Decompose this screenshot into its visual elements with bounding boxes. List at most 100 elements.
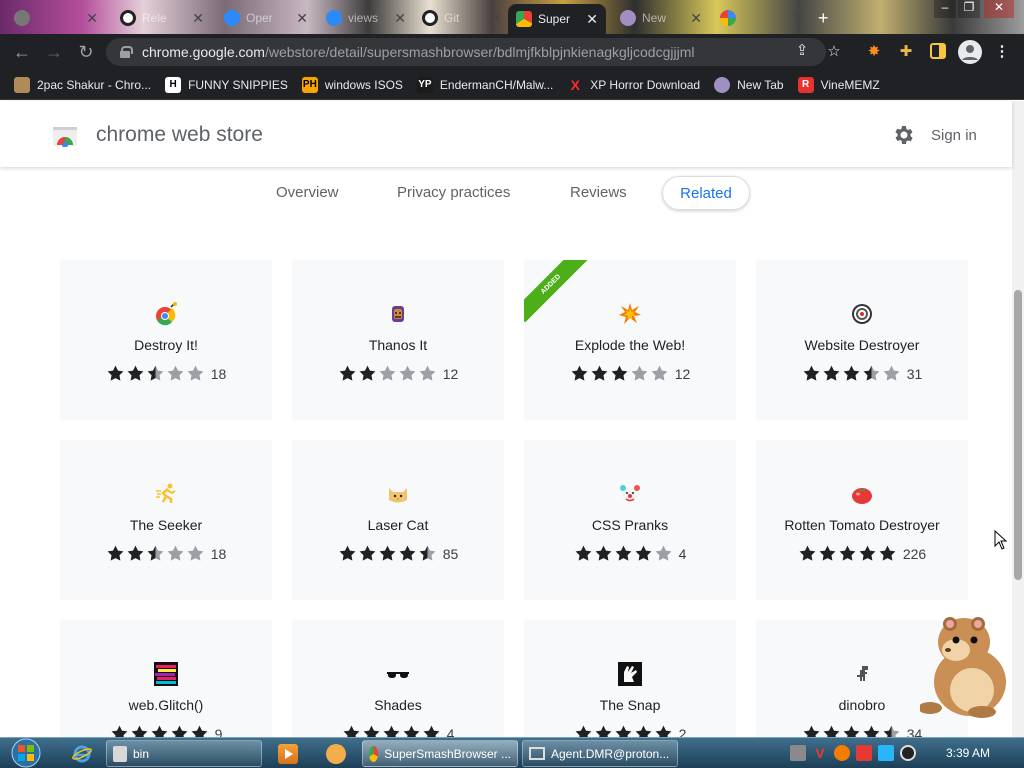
browser-tab-active[interactable]: Super ✕ bbox=[508, 4, 606, 34]
bookmark-item[interactable]: PH windows ISOS bbox=[301, 76, 403, 93]
tray-monitor-icon[interactable] bbox=[878, 745, 894, 761]
browser-tab[interactable]: Rele ✕ bbox=[112, 4, 212, 32]
forward-button[interactable]: → bbox=[43, 41, 65, 63]
browser-tab[interactable]: New ✕ bbox=[612, 4, 710, 32]
side-panel-icon[interactable] bbox=[928, 42, 948, 62]
tab-label: views bbox=[348, 11, 379, 25]
star-empty-icon bbox=[166, 364, 185, 383]
tray-search-icon[interactable] bbox=[834, 745, 850, 761]
bookmark-item[interactable]: New Tab bbox=[714, 76, 784, 93]
extensions-puzzle-icon[interactable]: ✚ bbox=[896, 42, 916, 62]
star-empty-icon bbox=[650, 364, 669, 383]
close-icon[interactable]: ✕ bbox=[690, 10, 702, 27]
reload-button[interactable]: ↻ bbox=[75, 41, 97, 63]
bookmark-item[interactable]: H FUNNY SNIPPIES bbox=[165, 76, 288, 93]
extension-card[interactable]: Website Destroyer 31 bbox=[756, 260, 968, 420]
browser-tab[interactable]: ✕ bbox=[6, 4, 106, 32]
extension-card[interactable]: ADDED Explode the Web! 12 bbox=[524, 260, 736, 420]
star-empty-icon bbox=[398, 364, 417, 383]
bookmark-item[interactable]: R VineMEMZ bbox=[797, 76, 880, 93]
start-button-icon[interactable] bbox=[6, 738, 46, 768]
star-rating: 18 bbox=[60, 364, 272, 383]
tab-privacy-practices[interactable]: Privacy practices bbox=[397, 184, 510, 201]
close-icon[interactable]: ✕ bbox=[86, 10, 98, 27]
tab-reviews[interactable]: Reviews bbox=[570, 184, 627, 201]
app-window-icon bbox=[529, 747, 545, 760]
bookmark-label: VineMEMZ bbox=[820, 77, 880, 92]
back-button[interactable]: ← bbox=[11, 41, 33, 63]
tab-related[interactable]: Related bbox=[662, 176, 750, 210]
close-window-button[interactable]: ✕ bbox=[984, 0, 1014, 18]
taskbar-window-chrome[interactable]: SuperSmashBrowser ... bbox=[362, 740, 518, 767]
tray-network-icon[interactable] bbox=[790, 745, 806, 761]
tray-v-icon[interactable]: V bbox=[812, 745, 828, 761]
extension-name: Thanos It bbox=[368, 337, 428, 353]
media-player-icon[interactable] bbox=[278, 744, 298, 764]
close-icon[interactable]: ✕ bbox=[296, 10, 308, 27]
star-filled-icon bbox=[634, 544, 653, 563]
gear-icon[interactable] bbox=[892, 123, 916, 147]
extension-card[interactable]: The Seeker 18 bbox=[60, 440, 272, 600]
bookmark-item[interactable]: X XP Horror Download bbox=[567, 77, 701, 93]
sunglasses-icon bbox=[387, 672, 409, 678]
star-rating: 85 bbox=[292, 544, 504, 563]
close-icon[interactable]: ✕ bbox=[490, 10, 502, 27]
extension-card[interactable]: Laser Cat 85 bbox=[292, 440, 504, 600]
extension-card[interactable]: Rotten Tomato Destroyer 226 bbox=[756, 440, 968, 600]
tab-overview[interactable]: Overview bbox=[276, 184, 339, 201]
taskbar-clock[interactable]: 3:39 AM bbox=[946, 746, 990, 760]
glitch-icon bbox=[154, 662, 178, 686]
close-icon[interactable]: ✕ bbox=[586, 11, 598, 28]
star-empty-icon bbox=[654, 544, 673, 563]
tray-volume-icon[interactable] bbox=[900, 745, 916, 761]
extension-card[interactable]: CSS Pranks 4 bbox=[524, 440, 736, 600]
address-bar[interactable]: chrome.google.com/webstore/detail/supers… bbox=[106, 38, 826, 66]
tab-label: Super bbox=[538, 12, 571, 26]
star-rating: 18 bbox=[60, 544, 272, 563]
close-icon[interactable]: ✕ bbox=[192, 10, 204, 27]
webstore-title[interactable]: chrome web store bbox=[96, 123, 263, 147]
profile-avatar-icon[interactable] bbox=[958, 40, 982, 64]
browser-tab[interactable]: Oper ✕ bbox=[216, 4, 316, 32]
hamster-desktop-pet[interactable] bbox=[920, 612, 1012, 720]
webstore-logo-icon[interactable] bbox=[52, 123, 78, 147]
bookmark-item[interactable]: YP EndermanCH/Malw... bbox=[416, 76, 554, 93]
glove-icon bbox=[618, 662, 642, 686]
share-icon[interactable]: ⇪ bbox=[793, 42, 811, 60]
bookmark-label: EndermanCH/Malw... bbox=[439, 77, 554, 92]
tray-flag-icon[interactable] bbox=[856, 745, 872, 761]
close-icon[interactable]: ✕ bbox=[792, 10, 804, 27]
taskbar-window-label: SuperSmashBrowser ... bbox=[384, 746, 511, 761]
page-scrollbar-thumb[interactable] bbox=[1014, 290, 1022, 580]
screen: ✕ Rele ✕ Oper ✕ views ✕ Git ✕ Super ✕ Ne… bbox=[0, 0, 1024, 768]
extension-card[interactable]: Thanos It 12 bbox=[292, 260, 504, 420]
sign-in-link[interactable]: Sign in bbox=[931, 127, 977, 144]
bookmark-item[interactable]: 2pac Shakur - Chro... bbox=[14, 76, 151, 93]
close-icon[interactable]: ✕ bbox=[394, 10, 406, 27]
bookmark-star-icon[interactable]: ☆ bbox=[824, 42, 844, 62]
star-filled-icon bbox=[818, 544, 837, 563]
internet-explorer-icon[interactable] bbox=[72, 744, 92, 764]
taskbar-window-agent[interactable]: Agent.DMR@proton... bbox=[522, 740, 678, 767]
star-half-icon bbox=[146, 364, 165, 383]
star-rating: 12 bbox=[292, 364, 504, 383]
bookmark-label: New Tab bbox=[737, 77, 784, 92]
google-icon bbox=[720, 10, 736, 26]
lock-icon bbox=[120, 46, 133, 58]
browser-tab[interactable]: views ✕ bbox=[318, 4, 414, 32]
star-filled-icon bbox=[878, 544, 897, 563]
menu-kebab-icon[interactable]: ⋮ bbox=[992, 42, 1012, 62]
taskbar-window-bin[interactable]: bin bbox=[106, 740, 262, 767]
app-launcher-icon[interactable] bbox=[326, 744, 346, 764]
extension-explosion-icon[interactable]: ✸ bbox=[864, 42, 884, 62]
new-tab-button[interactable]: + bbox=[818, 8, 829, 29]
browser-tab[interactable]: Git ✕ bbox=[414, 4, 510, 32]
browser-tab[interactable]: ✕ bbox=[712, 4, 812, 32]
minimize-button[interactable]: – bbox=[934, 0, 956, 18]
extension-name: CSS Pranks bbox=[591, 517, 669, 533]
star-filled-icon bbox=[106, 544, 125, 563]
chrome-bomb-icon bbox=[156, 302, 177, 326]
bookmark-label: windows ISOS bbox=[324, 77, 403, 92]
maximize-button[interactable]: ❐ bbox=[958, 0, 980, 18]
extension-card[interactable]: Destroy It! 18 bbox=[60, 260, 272, 420]
